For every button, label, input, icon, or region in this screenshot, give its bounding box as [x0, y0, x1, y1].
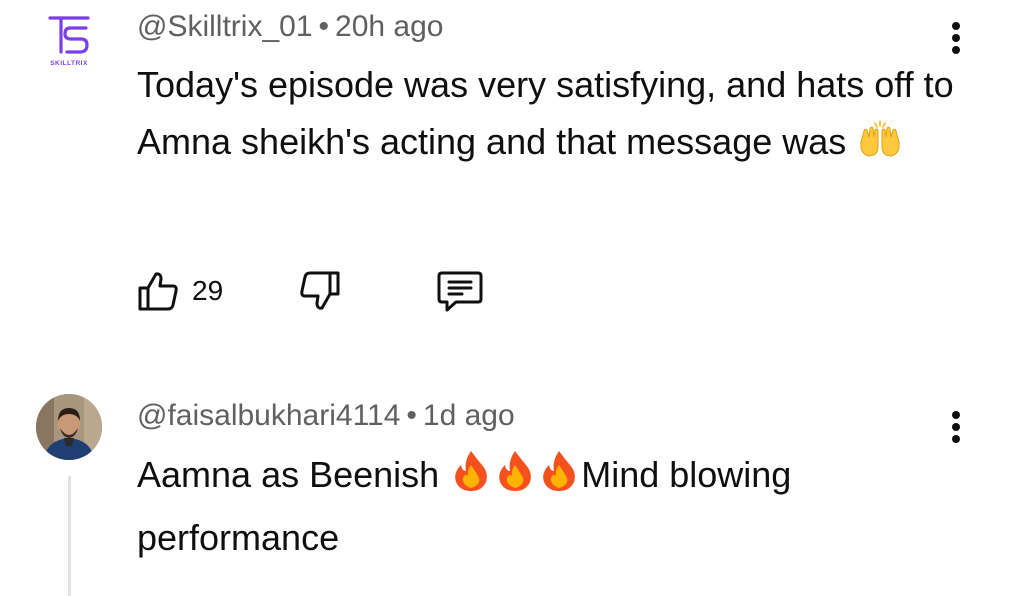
reply-icon: [437, 271, 483, 312]
comment-text-part1: Aamna as Beenish: [137, 454, 440, 495]
thumbs-up-icon: [138, 272, 178, 311]
meta-separator: •: [406, 399, 417, 432]
comment-text: Today's episode was very satisfying, and…: [137, 56, 957, 176]
like-button[interactable]: 29: [134, 264, 223, 318]
fire-emoji: [495, 449, 535, 509]
author-handle[interactable]: @Skilltrix_01: [137, 10, 313, 43]
comment-text: Aamna as Beenish Mind blowing performanc…: [137, 446, 957, 566]
fire-emoji: [451, 449, 491, 509]
reply-button[interactable]: [434, 264, 486, 318]
like-count: 29: [192, 275, 224, 306]
avatar[interactable]: SKILLTRIX: [36, 8, 102, 74]
comment-meta: @Skilltrix_01 • 20h ago: [137, 10, 443, 44]
more-vert-icon[interactable]: [944, 18, 968, 58]
thread-line: [68, 476, 71, 596]
comment-actions: 29: [134, 264, 534, 318]
comment-item: SKILLTRIX @Skilltrix_01 • 20h ago Today's …: [0, 0, 1024, 340]
comment-time: 1d ago: [422, 399, 515, 432]
user-photo: [36, 394, 102, 460]
more-vert-icon[interactable]: [944, 407, 968, 447]
comment-text-content: Today's episode was very satisfying, and…: [137, 64, 954, 162]
comment-time: 20h ago: [335, 10, 444, 43]
author-handle[interactable]: @faisalbukhari4114: [137, 399, 400, 432]
raising-hands-emoji: [858, 119, 902, 176]
logo-text: SKILLTRIX: [50, 60, 88, 67]
thumbs-down-icon: [300, 271, 340, 310]
comment-meta: @faisalbukhari4114 • 1d ago: [137, 399, 515, 433]
skilltrix-logo: SKILLTRIX: [48, 16, 90, 67]
avatar[interactable]: [36, 394, 102, 460]
meta-separator: •: [318, 10, 330, 43]
fire-emoji: [539, 449, 579, 509]
comment-item: @faisalbukhari4114 • 1d ago Aamna as Beeni…: [0, 380, 1024, 596]
dislike-button[interactable]: [296, 264, 344, 318]
